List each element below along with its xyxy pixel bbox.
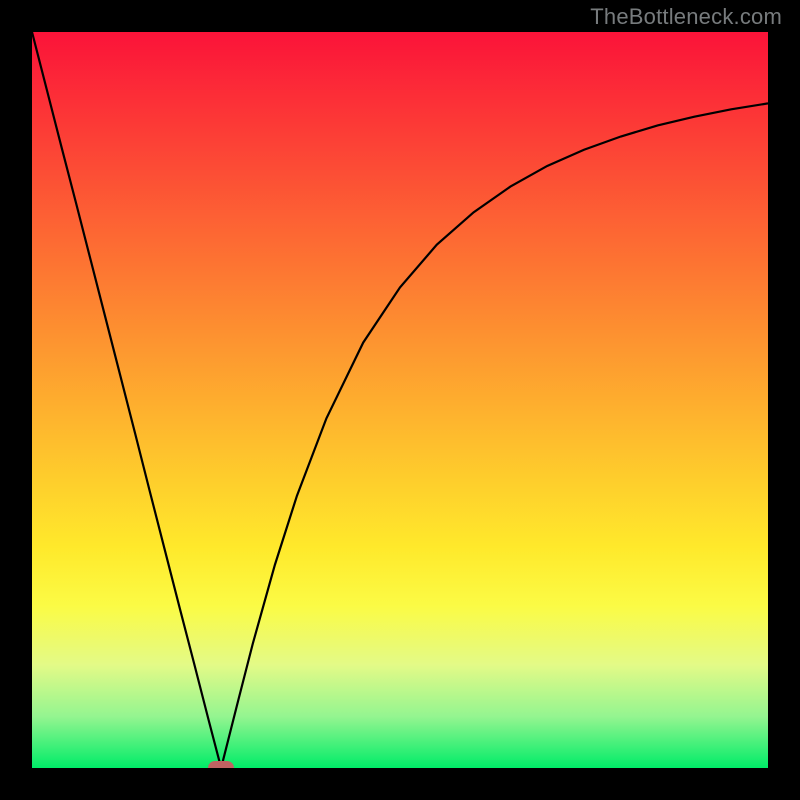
watermark: TheBottleneck.com (590, 4, 782, 30)
chart-frame: TheBottleneck.com (0, 0, 800, 800)
min-marker (208, 761, 234, 768)
plot-area (32, 32, 768, 768)
bottleneck-curve (32, 32, 768, 768)
